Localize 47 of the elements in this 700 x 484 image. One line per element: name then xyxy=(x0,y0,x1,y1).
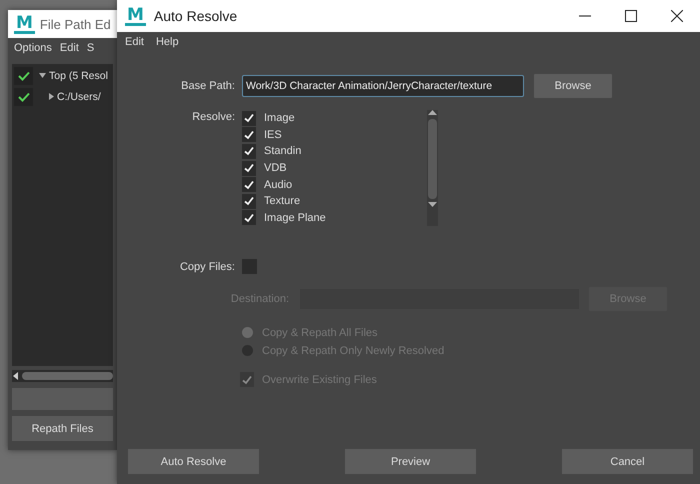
menu-item[interactable]: Options xyxy=(14,42,52,56)
minimize-icon[interactable] xyxy=(579,15,591,17)
checkbox-label: Texture xyxy=(264,195,300,208)
field-label: Base Path: xyxy=(180,80,236,92)
collapse-arrow-icon[interactable] xyxy=(39,73,46,78)
checkbox[interactable] xyxy=(242,110,256,126)
checkmark-icon xyxy=(18,70,30,80)
checkbox-label: Image xyxy=(264,112,295,124)
expand-arrow-icon[interactable] xyxy=(49,93,54,100)
horizontal-scrollbar[interactable] xyxy=(12,370,113,382)
scroll-up-icon[interactable] xyxy=(428,110,437,116)
scroll-down-icon[interactable] xyxy=(428,202,437,208)
tree-item[interactable]: C:/Users/ xyxy=(57,90,101,102)
field-label: Resolve: xyxy=(191,110,236,123)
checkbox-label: Audio xyxy=(264,178,292,191)
close-icon[interactable] xyxy=(671,10,683,22)
checkbox[interactable] xyxy=(242,210,256,226)
field-label: Copy Files: xyxy=(178,260,236,272)
checkbox[interactable] xyxy=(242,177,256,192)
app-logo: M xyxy=(125,6,146,26)
menu-item[interactable]: Edit xyxy=(125,36,144,50)
checkbox[interactable] xyxy=(242,144,256,159)
menu-item[interactable]: S xyxy=(86,42,94,56)
checkbox[interactable] xyxy=(242,160,256,176)
menu-item[interactable]: Edit xyxy=(60,42,79,56)
browse-button[interactable]: Browse xyxy=(534,74,612,98)
tree-item[interactable]: Top (5 Resol xyxy=(49,70,108,82)
app-logo: M xyxy=(14,14,35,34)
dialog-button[interactable]: Auto Resolve xyxy=(128,449,259,474)
maximize-icon[interactable] xyxy=(625,10,637,22)
window-title: Auto Resolve xyxy=(154,8,238,24)
base-path-field[interactable]: Work/3D Character Animation/JerryCharacter/texture xyxy=(242,75,524,97)
scroll-left-icon[interactable] xyxy=(12,372,20,380)
checkbox[interactable] xyxy=(242,194,256,209)
vertical-scrollbar[interactable] xyxy=(427,110,438,226)
checkbox-label: VDB xyxy=(264,162,287,174)
dialog-button[interactable]: Cancel xyxy=(562,449,693,474)
checkbox-label: Standin xyxy=(264,145,302,158)
menu-item[interactable]: Help xyxy=(156,36,179,50)
checkbox-label: IES xyxy=(264,128,282,141)
checkbox[interactable] xyxy=(242,127,256,142)
dialog-button[interactable]: Preview xyxy=(345,449,476,474)
checkbox-label: Image Plane xyxy=(264,212,326,224)
repath-files-button[interactable]: Repath Files xyxy=(12,416,113,441)
checkmark-icon xyxy=(18,92,30,102)
checkbox[interactable] xyxy=(242,259,257,274)
window-title: File Path Ed xyxy=(40,16,111,32)
